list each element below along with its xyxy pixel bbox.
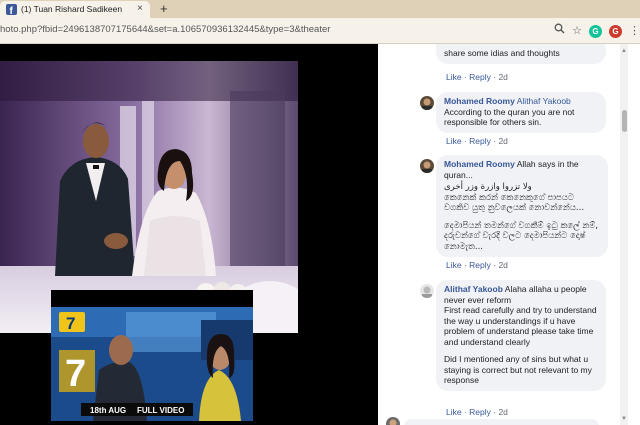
channel-logo: 7 [66,314,75,333]
reply-link[interactable]: Reply [469,407,491,417]
big-seven-logo: 7 [65,353,86,395]
comment-bubble: Mohamed Roomy Allah says in the quran...… [436,155,608,257]
photo-viewer: 7 7 18th AUG FULL VIDEO [0,44,378,425]
comment-actions: Like · Reply · 2d [446,407,508,417]
reply-link[interactable]: Reply [469,72,491,82]
tab-bar: f (1) Tuan Rishard Sadikeen × + [0,0,640,18]
menu-icon[interactable]: ⋮ [629,23,640,39]
scroll-down-arrow-icon[interactable]: ▼ [621,416,627,422]
address-bar: hoto.php?fbid=2496138707175644&set=a.106… [0,18,640,44]
star-icon[interactable]: ☆ [572,23,582,39]
reply-link[interactable]: Reply [469,136,491,146]
address-bar-icons: ☆ G G ⋮ [547,23,640,39]
grammarly-icon[interactable]: G [589,24,602,38]
comment-text: According to the quran you are not respo… [444,106,575,128]
comment-sinhala-text-2: දෙමාපියන් තමන්ගේ වගකීම් ඉටු කලේ නම්, දරු… [444,220,599,252]
comment-author[interactable]: Alithaf Yakoob [444,284,503,294]
avatar[interactable] [420,159,434,173]
avatar[interactable] [420,96,434,110]
scrollbar-thumb[interactable] [622,110,627,132]
comment-actions: Like · Reply · 2d [446,72,508,82]
avatar[interactable] [386,417,400,425]
comment-author[interactable]: Mohamed Roomy [444,159,515,169]
video-date: 18th AUG [90,406,126,415]
search-icon[interactable] [554,23,565,39]
close-tab-icon[interactable]: × [137,3,143,15]
comment-bubble: share some idias and thoughts [436,44,606,64]
comment-sinhala-text: කෙනෙක් කරන් කෙනෙකුගේ පාපයට වගකිව යුතු නු… [444,192,585,214]
svg-text:f: f [10,6,14,15]
comment-text-2: First read carefully and try to understa… [444,305,597,347]
comments-panel: share some idias and thoughts Like · Rep… [378,44,640,425]
comment-bubble: Mohamed Roomy Alithaf Yakoob According t… [436,92,606,133]
news-video-thumbnail[interactable]: 7 7 18th AUG FULL VIDEO [51,290,253,425]
comment-author[interactable]: Mohamed Roomy [444,96,515,106]
comment-time: 2d [498,72,508,82]
comment-time: 2d [498,260,508,270]
like-link[interactable]: Like [446,260,462,270]
facebook-icon: f [6,4,17,15]
reply-link[interactable]: Reply [469,260,491,270]
like-link[interactable]: Like [446,136,462,146]
comment-text-3: Did I mentioned any of sins but what u s… [444,354,592,385]
video-label: FULL VIDEO [137,406,184,415]
scroll-up-arrow-icon[interactable]: ▲ [621,48,627,54]
comment-time: 2d [498,136,508,146]
comment-actions: Like · Reply · 2d [446,260,508,270]
new-tab-button[interactable]: + [160,1,168,16]
comment-bubble: Alithaf Yakoob Alaha allaha u people nev… [436,280,606,391]
comment-text: share some idias and thoughts [444,48,560,58]
comment-input[interactable] [404,419,599,425]
g-extension-icon[interactable]: G [609,24,622,38]
avatar[interactable] [420,284,434,298]
comment-actions: Like · Reply · 2d [446,136,508,146]
comment-time: 2d [498,407,508,417]
scrollbar-track[interactable] [620,44,628,425]
comment-mention[interactable]: Alithaf Yakoob [517,96,571,106]
tab-title: (1) Tuan Rishard Sadikeen [21,4,123,14]
browser-tab[interactable]: f (1) Tuan Rishard Sadikeen × [0,1,150,18]
comment-arabic-text: ولا تزروا وازرة وزر أخرى [444,182,532,192]
url-field[interactable]: hoto.php?fbid=2496138707175644&set=a.106… [0,24,330,35]
like-link[interactable]: Like [446,72,462,82]
like-link[interactable]: Like [446,407,462,417]
